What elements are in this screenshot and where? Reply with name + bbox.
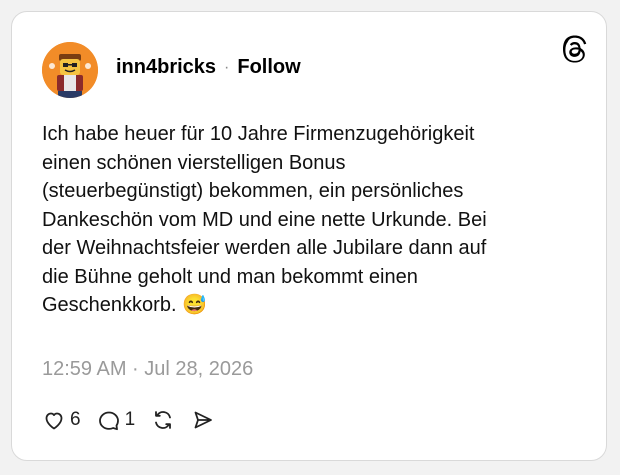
- threads-logo-icon[interactable]: [560, 34, 590, 64]
- send-icon: [194, 411, 213, 429]
- reply-count: 1: [124, 409, 136, 430]
- action-bar: 6 1: [42, 408, 231, 432]
- like-count: 6: [70, 409, 81, 430]
- threads-post-card: inn4bricks · Follow Ich habe heuer für 1…: [11, 11, 607, 461]
- avatar[interactable]: [42, 42, 98, 98]
- separator-dot: ·: [224, 58, 230, 76]
- heart-icon: [45, 412, 63, 430]
- comment-bubble-icon: [98, 411, 119, 431]
- post-body-text: Ich habe heuer für 10 Jahre Firmenzugehö…: [42, 123, 487, 316]
- username-link[interactable]: inn4bricks: [116, 56, 216, 79]
- follow-button[interactable]: Follow: [237, 56, 300, 79]
- repost-icon: [155, 411, 172, 429]
- post-timestamp[interactable]: 12:59 AM · Jul 28, 2026: [42, 358, 253, 381]
- reply-button[interactable]: 1: [97, 408, 136, 432]
- post-header: inn4bricks · Follow: [116, 56, 301, 79]
- like-button[interactable]: 6: [42, 408, 81, 432]
- repost-button[interactable]: [151, 408, 175, 432]
- lego-minifigure-avatar-icon: [42, 42, 98, 98]
- share-button[interactable]: [191, 408, 215, 432]
